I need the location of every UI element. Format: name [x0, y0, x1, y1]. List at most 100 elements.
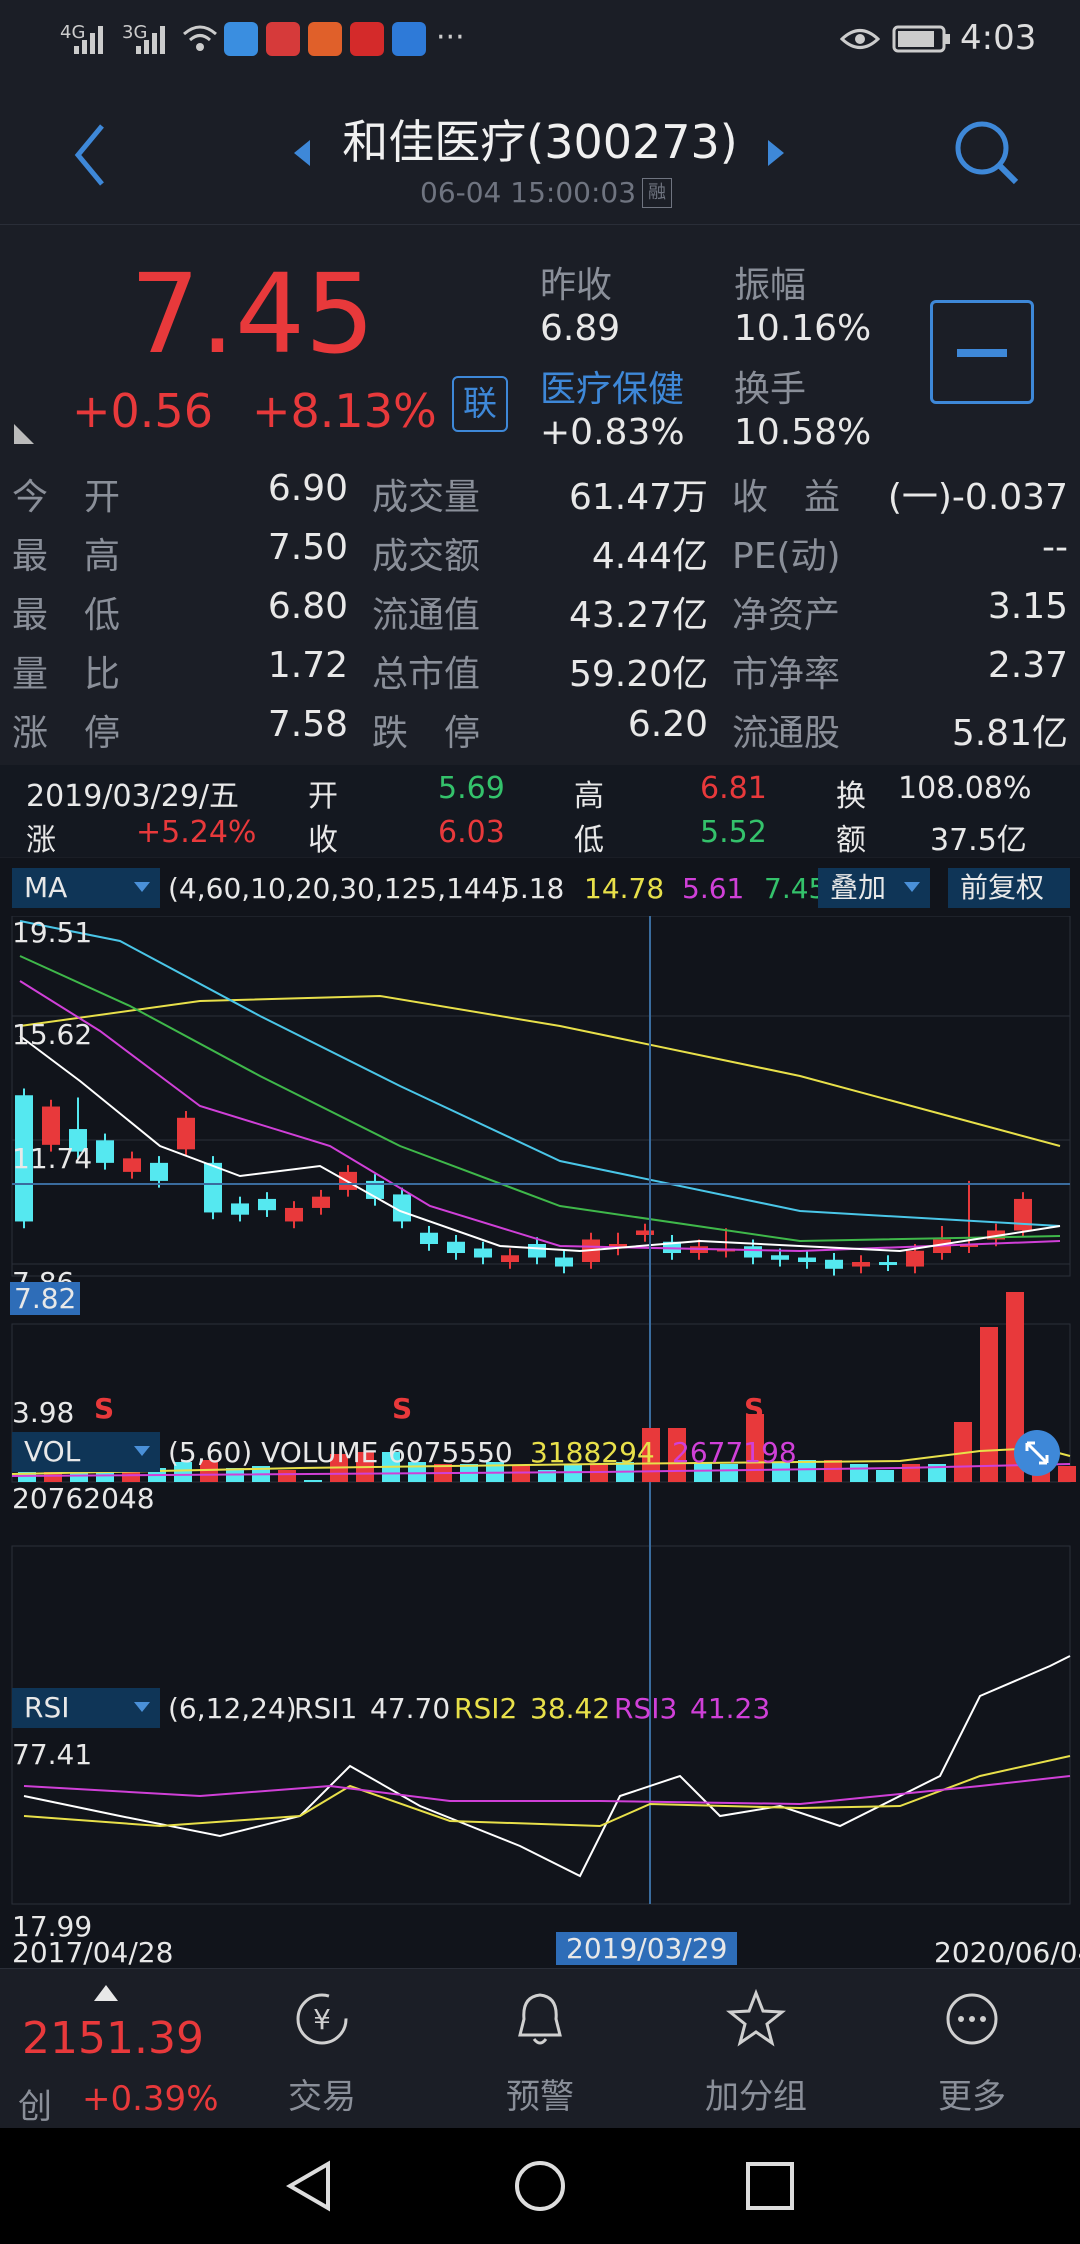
prev-close-label: 昨收	[540, 265, 613, 306]
vol-tag: VOL	[24, 1435, 81, 1468]
sector-link[interactable]: 医疗保健	[540, 360, 684, 412]
expand-icon	[1025, 1441, 1049, 1465]
chart-mark-23	[312, 1196, 330, 1208]
stat-value: 4.44亿	[591, 536, 708, 577]
date-axis-cursor: 2019/03/29	[556, 1932, 738, 1965]
stat-label: 流通股	[732, 713, 841, 754]
day-open: 5.69	[438, 771, 505, 806]
chart-mark-107	[824, 1460, 842, 1482]
nav-back-icon[interactable]	[282, 2158, 338, 2214]
stat-value: 61.47万	[568, 477, 708, 518]
chart-mark-108	[850, 1464, 868, 1482]
collapse-button[interactable]	[930, 300, 1034, 404]
chart-area: MA (4,60,10,20,30,125,144) 5.18 14.78 5.…	[0, 858, 1080, 1969]
chart-mark-9	[123, 1158, 141, 1172]
chevron-down-icon-2	[904, 882, 920, 892]
stat-label: 收 益	[732, 477, 841, 518]
ma-tag: MA	[24, 871, 68, 904]
stat-value: 2.37	[987, 645, 1068, 686]
signal-icon	[74, 26, 103, 54]
chart-mark-13	[177, 1117, 195, 1150]
day-high-label: 高	[574, 779, 604, 814]
chart-mark-15	[204, 1162, 222, 1213]
chart-mark-31	[420, 1232, 438, 1244]
rsi-y-top: 77.41	[12, 1738, 93, 1771]
ma-selector[interactable]: MA	[12, 868, 160, 908]
day-turnover: 108.08%	[898, 771, 1032, 806]
ma-line-magenta	[19, 980, 1061, 1253]
ma-y-2: 15.62	[12, 1018, 93, 1051]
turnover-label: 换手	[734, 369, 807, 410]
signal-marker-3: S	[744, 1392, 765, 1425]
search-icon[interactable]	[952, 118, 1022, 188]
vol-params: (5,60) VOLUME	[168, 1436, 379, 1469]
adjust-button[interactable]: 前复权	[948, 868, 1070, 908]
ma-y-3: 11.74	[12, 1142, 93, 1175]
stat-label: 总市值	[372, 654, 481, 695]
eye-icon	[840, 29, 880, 49]
vol-y-max: 20762048	[12, 1482, 155, 1515]
stat-label: 跌 停	[372, 713, 481, 754]
tab-alert[interactable]: 预警	[440, 1969, 640, 2129]
tab-trade[interactable]: ¥ 交易	[222, 1969, 422, 2129]
fullscreen-button[interactable]	[1014, 1430, 1060, 1476]
tab-more[interactable]: 更多	[872, 1969, 1072, 2129]
ma-params: (4,60,10,20,30,125,144)	[168, 872, 511, 905]
minus-icon	[957, 349, 1007, 357]
day-change-label: 涨	[26, 823, 56, 858]
amplitude-label: 振幅	[734, 265, 807, 306]
chart-mark-33	[447, 1241, 465, 1254]
linked-button[interactable]: 联	[452, 376, 508, 432]
stat-value: 7.58	[267, 704, 348, 745]
rsi-selector[interactable]: RSI	[12, 1688, 160, 1728]
vol-value-3: 2677198	[672, 1436, 797, 1469]
clock: 4:03	[960, 18, 1037, 58]
ma-line-cyan	[19, 920, 1061, 1227]
tab-add-group[interactable]: 加分组	[656, 1969, 856, 2129]
chart-mark-55	[744, 1246, 762, 1258]
stat-value: --	[1042, 527, 1068, 568]
stat-value: 7.50	[267, 527, 348, 568]
wifi-icon	[183, 25, 217, 51]
turnover-value: 10.58%	[734, 412, 872, 453]
expand-corner-icon[interactable]	[12, 422, 36, 446]
chart-mark-63	[852, 1262, 870, 1267]
ma-y-top: 19.51	[12, 916, 93, 949]
chart-mark-67	[906, 1250, 924, 1267]
day-turnover-label: 换	[836, 779, 866, 814]
more-icon	[946, 1993, 998, 2045]
rsi-params: (6,12,24)	[168, 1692, 297, 1725]
chart-mark-57	[771, 1255, 789, 1260]
chart-mark-17	[231, 1203, 249, 1215]
day-low-label: 低	[574, 823, 604, 858]
chart-mark-116	[1058, 1466, 1076, 1482]
bottom-tab-bar: 2151.39 创 +0.39% ¥ 交易 预警 加分组 更多	[0, 1968, 1080, 2128]
prev-stock-icon[interactable]	[290, 138, 314, 168]
status-bar: 4G 3G ··· 4:03	[0, 0, 1080, 80]
tab-trade-label: 交易	[288, 2077, 356, 2117]
stat-label: 最 高	[12, 536, 121, 577]
nav-recents-icon[interactable]	[742, 2158, 798, 2214]
ma-line-yellow	[19, 994, 1061, 1147]
stat-label: 市净率	[732, 654, 841, 695]
index-value[interactable]: 2151.39	[22, 2013, 204, 2064]
chart-mark-113	[980, 1327, 998, 1482]
index-name: 创	[18, 2087, 52, 2127]
signal-marker: S	[94, 1392, 115, 1425]
chart-mark-41	[555, 1257, 573, 1267]
date-axis-right: 2020/06/04	[934, 1936, 1080, 1969]
next-stock-icon[interactable]	[764, 138, 788, 168]
day-high: 6.81	[700, 771, 767, 806]
stat-label: 净资产	[732, 595, 841, 636]
rsi-tag: RSI	[24, 1691, 70, 1724]
vol-value-1: 6075550	[388, 1436, 513, 1469]
nav-home-icon[interactable]	[512, 2158, 568, 2214]
signal-marker-2: S	[392, 1392, 413, 1425]
margin-badge: 融	[642, 178, 672, 208]
back-arrow-icon[interactable]	[70, 120, 110, 190]
overlay-selector[interactable]: 叠加	[818, 868, 930, 908]
vol-selector[interactable]: VOL	[12, 1432, 160, 1472]
signal-icon-2	[136, 26, 165, 54]
stat-value: 6.20	[627, 704, 708, 745]
ma-value-3: 5.61	[682, 872, 745, 905]
